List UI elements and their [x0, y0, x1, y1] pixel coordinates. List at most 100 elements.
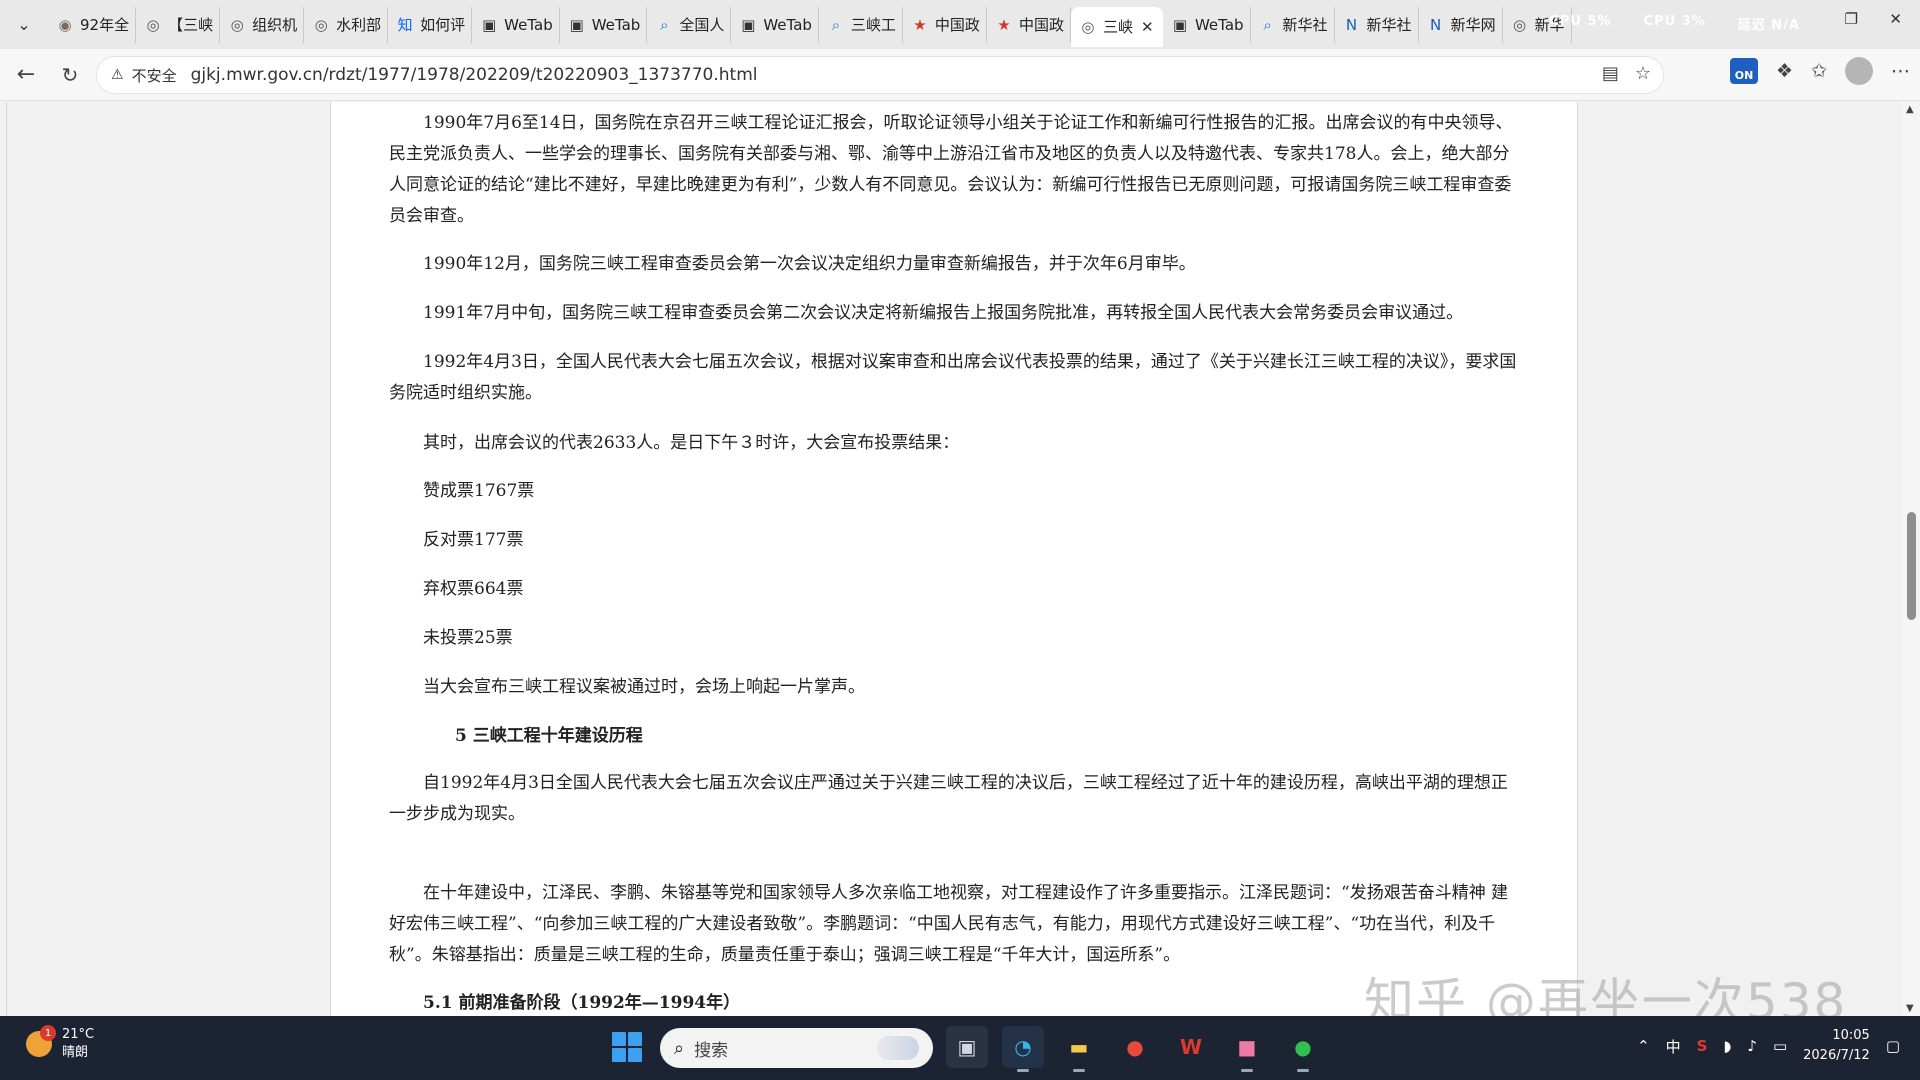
tab-label: 92年全: [80, 16, 130, 34]
tab-4[interactable]: 知如何评: [388, 6, 473, 43]
notification-icon[interactable]: ▢: [1886, 1037, 1900, 1055]
tab-1[interactable]: ◎ 【三峡: [136, 6, 221, 43]
latency-readout: 延迟 N/A: [1737, 18, 1800, 33]
sun-icon: 1: [26, 1025, 56, 1057]
chrome-app[interactable]: ●: [1114, 1026, 1156, 1068]
start-button[interactable]: [612, 1032, 642, 1062]
tab-11[interactable]: ★ 中国政: [987, 6, 1071, 43]
paragraph: 自1992年4月3日全国人民代表大会七届五次会议庄严通过关于兴建三峡工程的决议后…: [389, 773, 1508, 824]
tab-label: 新华社: [1366, 16, 1412, 34]
tab-0[interactable]: ◉ 92年全: [48, 6, 137, 43]
tab-label: 中国政: [1018, 16, 1064, 34]
tab-10[interactable]: ★ 中国政: [903, 6, 987, 43]
clock[interactable]: 10:05 2026/7/12: [1803, 1026, 1870, 1066]
wetab-icon: ▣: [741, 15, 756, 34]
scroll-down-icon[interactable]: ▼: [1906, 1003, 1914, 1014]
taskbar-search[interactable]: ⌕ 搜索: [660, 1028, 933, 1068]
url-text[interactable]: gjkj.mwr.gov.cn/rdzt/1977/1978/202209/t2…: [191, 65, 758, 85]
extensions-puzzle-icon[interactable]: ❖: [1776, 60, 1793, 82]
clock-time: 10:05: [1832, 1028, 1870, 1043]
tab-7[interactable]: ⌕ 全国人: [647, 6, 732, 43]
paragraph: 其时，出席会议的代表2633人。是日下午３时许，大会宣布投票结果：: [423, 433, 960, 453]
system-monitor: CPU 5% CPU 3% 延迟 N/A: [1549, 14, 1800, 33]
tab-label: WeTab: [763, 15, 812, 34]
emblem-icon: ★: [913, 15, 927, 34]
address-bar[interactable]: ⚠ 不安全 gjkj.mwr.gov.cn/rdzt/1977/1978/202…: [96, 56, 1664, 94]
globe-icon: ◎: [146, 15, 160, 34]
security-status[interactable]: 不安全: [132, 65, 177, 86]
paragraph: 当大会宣布三峡工程议案被通过时，会场上响起一片掌声。: [423, 677, 865, 697]
reload-button[interactable]: ↻: [52, 57, 88, 93]
back-button[interactable]: ←: [8, 57, 44, 93]
wechat-icon: ●: [1294, 1035, 1312, 1059]
file-explorer-app[interactable]: ▬: [1058, 1026, 1100, 1072]
warning-icon[interactable]: ⚠: [111, 67, 124, 83]
weather-widget[interactable]: 1 21°C 晴朗: [26, 1025, 95, 1062]
tab-strip: ⌄ ◉ 92年全 ◎ 【三峡 ◎ 组织机 ◎ 水利部知如何评 ▣ WeTab ▣ WeTab ⌕ 全国人 ▣…: [0, 0, 1920, 49]
reader-mode-icon[interactable]: ▤: [1602, 63, 1619, 84]
tab-label: 三峡: [1102, 18, 1133, 36]
tab-8[interactable]: ▣ WeTab: [731, 6, 819, 43]
search-icon: ⌕: [674, 1037, 685, 1059]
bilibili-app[interactable]: ■: [1226, 1026, 1268, 1072]
tab-actions-menu-button[interactable]: ⌄: [6, 7, 42, 43]
section-heading: 5 三峡工程十年建设历程: [455, 726, 643, 746]
vertical-scrollbar[interactable]: ▲ ▼: [1902, 102, 1920, 1016]
battery-icon[interactable]: ▭: [1773, 1037, 1787, 1055]
windows-logo-icon: [612, 1032, 626, 1046]
tab-3[interactable]: ◎ 水利部: [304, 6, 389, 43]
paragraph: 1990年7月6至14日，国务院在京召开三峡工程论证汇报会，听取论证领导小组关于…: [389, 113, 1513, 226]
star-icon[interactable]: ☆: [1635, 63, 1651, 84]
tab-14[interactable]: ⌕ 新华社: [1251, 6, 1335, 43]
bilibili-icon: ■: [1237, 1035, 1257, 1059]
vote-result-line: 反对票177票: [423, 530, 524, 550]
more-options-icon[interactable]: ⋯: [1891, 60, 1910, 82]
tab-16[interactable]: N 新华网: [1419, 6, 1503, 43]
tab-6[interactable]: ▣ WeTab: [560, 6, 648, 43]
tab-5[interactable]: ▣ WeTab: [472, 6, 560, 43]
tab-label: 新华社: [1282, 16, 1328, 34]
globe-icon: ◎: [314, 15, 328, 34]
tab-label: 水利部: [336, 16, 382, 34]
ime-indicator[interactable]: 中: [1666, 1036, 1681, 1057]
wifi-icon[interactable]: ◗: [1723, 1037, 1731, 1055]
tab-label: 【三峡: [168, 16, 214, 34]
close-tab-icon[interactable]: ✕: [1141, 18, 1154, 36]
edge-app[interactable]: ◔: [1002, 1026, 1044, 1072]
scroll-up-icon[interactable]: ▲: [1906, 104, 1914, 115]
sogou-icon[interactable]: S: [1697, 1037, 1708, 1055]
tab-label: 如何评: [420, 16, 466, 34]
favorites-icon[interactable]: ✩: [1811, 60, 1827, 82]
tab-12[interactable]: ◎ 三峡 ✕: [1070, 6, 1163, 47]
temperature: 21°C: [62, 1027, 95, 1042]
reload-icon: ↻: [61, 62, 79, 87]
task-view-button[interactable]: ▣: [946, 1026, 988, 1068]
volume-icon[interactable]: ♪: [1747, 1037, 1757, 1055]
watermark: 知乎 @再坐一次538: [1364, 973, 1848, 1016]
tab-13[interactable]: ▣ WeTab: [1163, 6, 1251, 43]
scrollbar-thumb[interactable]: [1907, 512, 1916, 620]
tab-label: WeTab: [504, 15, 553, 34]
paragraph: 1991年7月中旬，国务院三峡工程审查委员会第二次会议决定将新编报告上报国务院批…: [423, 303, 1464, 323]
taskbar-apps: ▣ ◔ ▬ ● W ■ ●: [946, 1026, 1324, 1072]
tab-9[interactable]: ⌕ 三峡工: [819, 6, 903, 43]
folder-icon: ▬: [1069, 1035, 1089, 1059]
weather-condition: 晴朗: [62, 1045, 89, 1060]
tab-15[interactable]: N 新华社: [1335, 6, 1419, 43]
tab-2[interactable]: ◎ 组织机: [220, 6, 305, 43]
restore-window-icon[interactable]: ❐: [1845, 10, 1858, 28]
extension-on-icon[interactable]: ON: [1730, 58, 1759, 84]
wps-app[interactable]: W: [1170, 1026, 1212, 1068]
vote-result-line: 未投票25票: [423, 628, 513, 648]
vote-result-line: 赞成票1767票: [423, 481, 535, 501]
chevron-up-icon[interactable]: ⌃: [1637, 1037, 1650, 1055]
task-view-icon: ▣: [957, 1035, 977, 1059]
wechat-app[interactable]: ●: [1282, 1026, 1324, 1072]
wetab-icon: ▣: [569, 15, 584, 34]
article-page: 1990年7月6至14日，国务院在京召开三峡工程论证汇报会，听取论证领导小组关于…: [330, 102, 1578, 1016]
subsection-heading: 5.1 前期准备阶段（1992年—1994年）: [423, 993, 741, 1013]
profile-avatar[interactable]: [1845, 57, 1873, 85]
close-window-icon[interactable]: ✕: [1889, 10, 1902, 28]
avatar-icon: ◉: [58, 15, 72, 34]
arrow-left-icon: ←: [16, 62, 36, 87]
